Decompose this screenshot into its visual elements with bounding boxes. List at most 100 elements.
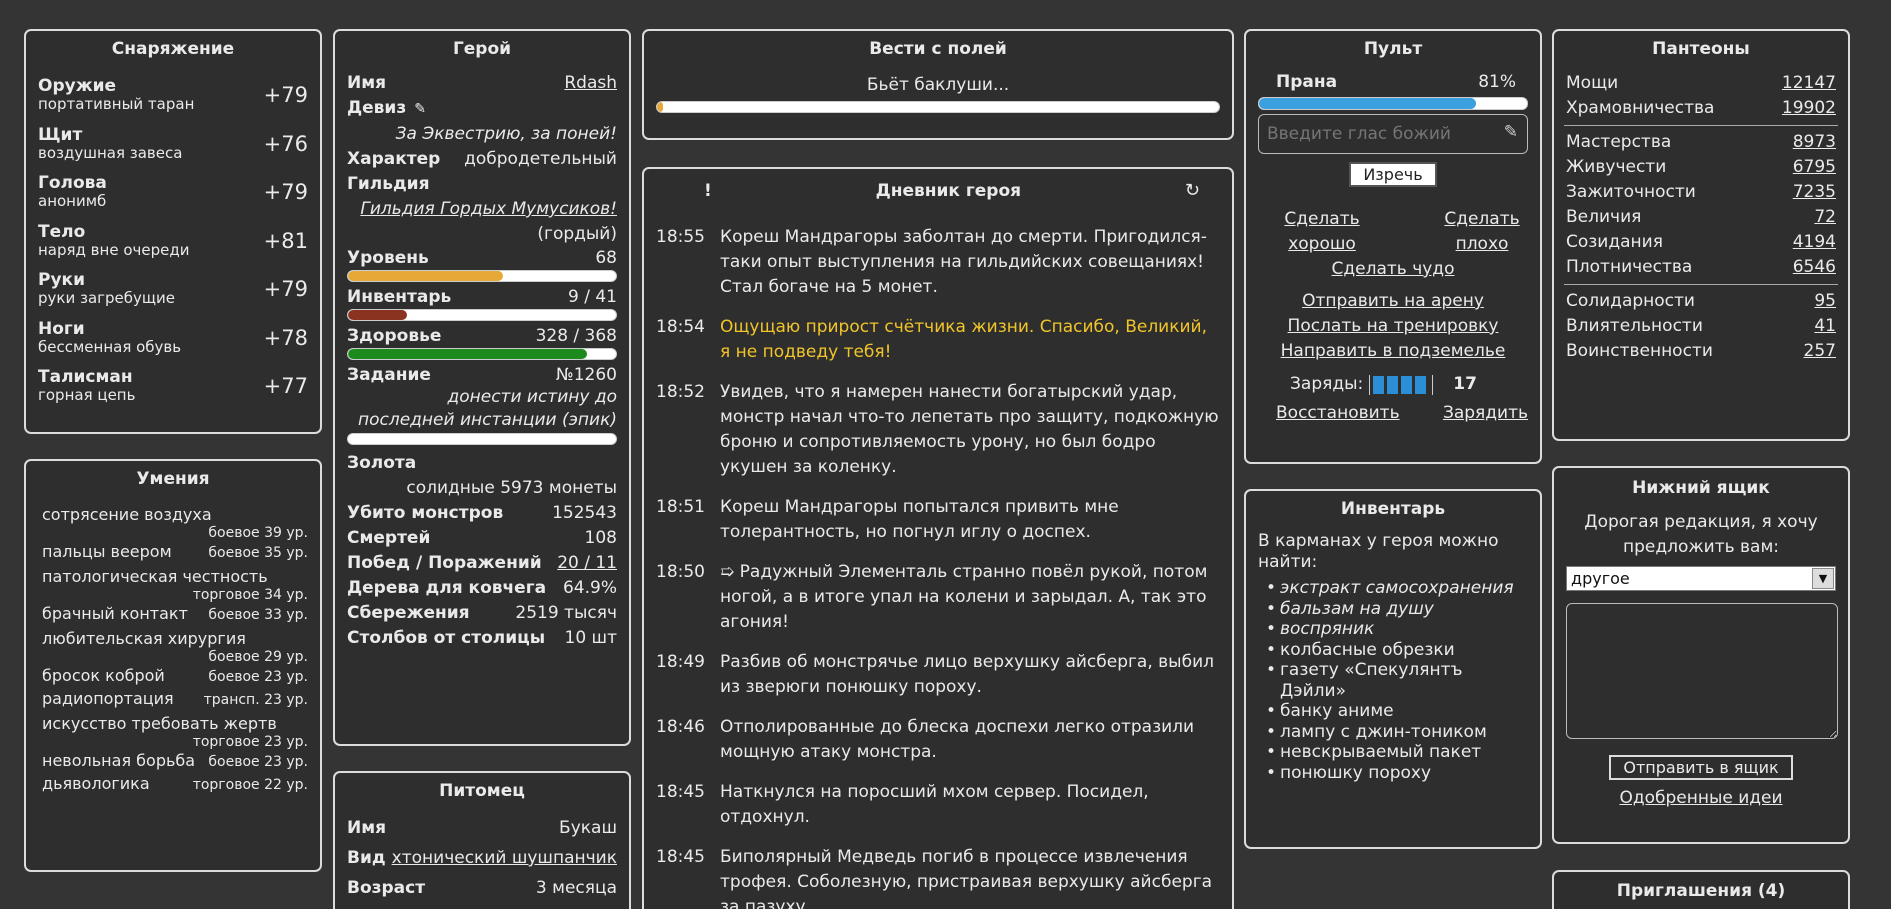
pantheon-rank-link[interactable]: 12147: [1782, 71, 1836, 96]
pantheon-rank-link[interactable]: 19902: [1782, 96, 1836, 121]
restore-link[interactable]: Восстановить: [1276, 401, 1400, 426]
diary-entry: 18:54 Ощущаю прирост счётчика жизни. Спас…: [644, 315, 1232, 365]
pantheons-title: Пантеоны: [1652, 39, 1750, 59]
pantheon-row: Мощи 12147: [1554, 71, 1848, 96]
diary-entry-time: 18:49: [656, 652, 705, 672]
hero-quest-number: №1260: [556, 365, 617, 385]
skill-row: пальцы веером боевое 35 ур.: [42, 542, 308, 565]
diary-entry-time: 18:45: [656, 782, 705, 802]
pantheon-rank-link[interactable]: 8973: [1793, 130, 1836, 155]
voice-input-wrap: ✎: [1258, 114, 1528, 154]
pantheon-rank-link[interactable]: 7235: [1793, 180, 1836, 205]
pantheon-row: Зажиточности 7235: [1554, 180, 1848, 205]
miracle-link[interactable]: Сделать чудо: [1332, 259, 1455, 279]
pantheon-name: Созидания: [1566, 232, 1663, 252]
inventory-item: банку аниме: [1258, 701, 1528, 722]
pantheon-divider: [1564, 284, 1838, 285]
chevron-down-icon[interactable]: ▼: [1812, 568, 1834, 589]
diary-entry: 18:46 Отполированные до блеска доспехи ле…: [644, 715, 1232, 765]
inventory-item: колбасные обрезки: [1258, 640, 1528, 661]
diary-entry-time: 18:46: [656, 717, 705, 737]
diary-entry: 18:52 Увидев, что я намерен нанести богат…: [644, 380, 1232, 480]
prana-fill: [1259, 98, 1477, 109]
hero-winloss-link[interactable]: 20 / 11: [557, 551, 617, 576]
hero-gold: солидные 5973 монеты: [406, 478, 617, 498]
charge-link[interactable]: Зарядить: [1443, 401, 1528, 426]
arena-link[interactable]: Отправить на арену: [1302, 291, 1484, 311]
equipment-slot: Голова: [38, 173, 107, 194]
hero-name-link[interactable]: Rdash: [564, 71, 617, 96]
pantheon-rank-link[interactable]: 257: [1804, 339, 1836, 364]
pantheon-name: Плотничества: [1566, 257, 1693, 277]
diary-entry: 18:50 ➯ Радужный Элементаль странно повёл…: [644, 560, 1232, 635]
diary-entry-text: Увидев, что я намерен нанести богатырски…: [720, 382, 1219, 477]
equipment-info: Щит воздушная завеса: [38, 124, 182, 162]
inventory-item: экстракт самосохранения: [1258, 578, 1528, 599]
mailbox-select[interactable]: другое ▼: [1566, 566, 1836, 591]
remote-panel: Пульт Прана 81% ✎ Изречь Сделать хорошо С…: [1244, 29, 1542, 464]
mailbox-select-value: другое: [1571, 569, 1630, 588]
skill-row: брачный контакт боевое 33 ур.: [42, 604, 308, 627]
hero-ark-label: Дерева для ковчега: [347, 578, 547, 598]
diary-entry-time: 18:51: [656, 497, 705, 517]
inventory-item: лампу с джин-тоником: [1258, 722, 1528, 743]
hero-savings-label: Сбережения: [347, 603, 470, 623]
pantheon-rank-link[interactable]: 41: [1814, 314, 1836, 339]
diary-entry-text: Ощущаю прирост счётчика жизни. Спасибо, …: [720, 317, 1207, 362]
equipment-bonus: +79: [263, 180, 308, 205]
do-bad-link[interactable]: Сделать плохо: [1442, 207, 1522, 257]
diary-left-mark: !: [704, 180, 712, 201]
inventory-content: В карманах у героя можно найти: экстракт…: [1246, 531, 1540, 783]
pantheon-rank-link[interactable]: 95: [1814, 289, 1836, 314]
equipment-info: Ноги бессменная обувь: [38, 318, 181, 356]
say-button[interactable]: Изречь: [1349, 162, 1437, 187]
pantheon-name: Влиятельности: [1566, 316, 1703, 336]
pencil-icon[interactable]: ✎: [414, 97, 426, 122]
hero-title: Герой: [452, 39, 512, 59]
mailbox-textarea[interactable]: [1566, 603, 1838, 739]
remote-title: Пульт: [1363, 39, 1423, 59]
send-to-box-button[interactable]: Отправить в ящик: [1609, 755, 1793, 780]
equipment-info: Руки руки загребущие: [38, 271, 175, 307]
equipment-bonus: +81: [263, 228, 308, 253]
pantheon-rank-link[interactable]: 6795: [1793, 155, 1836, 180]
equipment-info: Голова анонимб: [38, 174, 107, 210]
skill-row: дьявологика торговое 22 ур.: [42, 774, 308, 797]
health-fill: [348, 349, 587, 359]
equipment-item: портативный таран: [38, 95, 195, 114]
hero-guild-link[interactable]: Гильдия Гордых Мумусиков!: [347, 197, 617, 222]
hero-inventory-label: Инвентарь: [347, 287, 452, 307]
voice-input[interactable]: [1258, 114, 1528, 154]
diary-entry: 18:49 Разбив об монстрячье лицо верхушку …: [644, 650, 1232, 700]
pet-kind-link[interactable]: хтонический шушпанчик: [392, 843, 617, 873]
pantheon-row: Плотничества 6546: [1554, 255, 1848, 280]
approved-ideas-link[interactable]: Одобренные идеи: [1619, 788, 1782, 808]
skill-level: трансп. 23 ур.: [203, 692, 308, 708]
pantheon-row: Влиятельности 41: [1554, 314, 1848, 339]
training-link[interactable]: Послать на тренировку: [1288, 316, 1499, 336]
skill-name: невольная борьба: [42, 751, 196, 770]
health-bar: [347, 348, 617, 360]
equipment-slot: Ноги: [38, 318, 85, 339]
skill-name: пальцы веером: [42, 542, 172, 561]
level-progress-fill: [348, 271, 504, 281]
pantheon-name: Храмовничества: [1566, 98, 1715, 118]
pantheon-rank-link[interactable]: 6546: [1793, 255, 1836, 280]
pantheon-rank-link[interactable]: 4194: [1793, 230, 1836, 255]
diary-entry-text: Кореш Мандрагоры заболтан до смерти. При…: [720, 227, 1207, 297]
do-good-link[interactable]: Сделать хорошо: [1282, 207, 1362, 257]
skill-row: патологическая честность торговое 34 ур.: [42, 567, 308, 604]
refresh-icon[interactable]: ↻: [1185, 180, 1200, 201]
dungeon-link[interactable]: Направить в подземелье: [1281, 341, 1506, 361]
equipment-row: Тело наряд вне очереди +81: [26, 217, 320, 266]
hero-winloss-label: Побед / Поражений: [347, 553, 542, 573]
pencil-icon[interactable]: ✎: [1504, 122, 1518, 142]
skills-title: Умения: [136, 469, 210, 489]
diary-entry-text: ➯ Радужный Элементаль странно повёл руко…: [720, 562, 1208, 632]
pantheon-rank-link[interactable]: 72: [1814, 205, 1836, 230]
pantheon-name: Мастерства: [1566, 132, 1672, 152]
pantheons-panel: Пантеоны Мощи 12147 Храмовничества 19902 Мас…: [1552, 29, 1850, 441]
skill-level: боевое 35 ур.: [208, 545, 308, 561]
equipment-slot: Щит: [38, 124, 83, 145]
hero-health: 328 / 368: [535, 326, 617, 346]
